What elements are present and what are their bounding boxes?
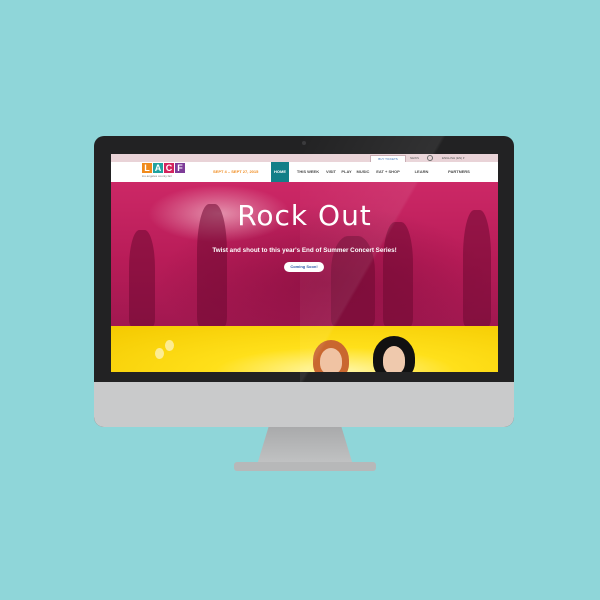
hero-subtitle: Twist and shout to this year's End of Su… <box>212 247 397 254</box>
logo-letter-f: F <box>175 163 185 173</box>
nav-partners[interactable]: PARTNERS <box>447 162 471 182</box>
nav-eat-shop[interactable]: EAT + SHOP <box>374 162 402 182</box>
logo-tagline: los angeles county fair <box>142 174 172 178</box>
nav-play[interactable]: PLAY <box>340 162 353 182</box>
promo-band <box>111 326 498 372</box>
logo-letter-a: A <box>153 163 163 173</box>
logo-letter-c: C <box>164 163 174 173</box>
nav-home[interactable]: HOME <box>271 162 289 182</box>
main-navbar: L A C F los angeles county fair SEPT 4 –… <box>111 162 498 183</box>
nav-visit[interactable]: VISIT <box>324 162 338 182</box>
singer-face <box>383 346 405 372</box>
performer-silhouette <box>129 230 155 326</box>
search-icon[interactable] <box>427 155 433 161</box>
news-link[interactable]: NEWS <box>410 155 419 161</box>
website-screen: BUY TICKETS NEWS ENGLISH (EN) ▾ L A C F … <box>111 154 498 372</box>
performer-silhouette <box>383 222 413 326</box>
hero-banner: Rock Out Twist and shout to this year's … <box>111 182 498 326</box>
nav-learn[interactable]: LEARN <box>414 162 429 182</box>
monitor-stand-base <box>234 462 376 471</box>
monitor-stand-neck <box>257 427 353 465</box>
carousel-dots <box>295 316 311 320</box>
utility-bar: BUY TICKETS NEWS ENGLISH (EN) ▾ <box>111 154 498 163</box>
singer-face <box>320 348 342 372</box>
balloon-icon <box>165 340 174 351</box>
camera-icon <box>302 141 306 145</box>
nav-this-week[interactable]: THIS WEEK <box>294 162 322 182</box>
coming-soon-button[interactable]: Coming Soon! <box>284 262 324 272</box>
monitor-chin <box>94 382 514 427</box>
lacf-logo[interactable]: L A C F los angeles county fair <box>142 163 188 179</box>
nav-music[interactable]: MUSIC <box>355 162 371 182</box>
balloon-icon <box>155 348 164 359</box>
hero-title: Rock Out <box>237 199 372 232</box>
language-select[interactable]: ENGLISH (EN) ▾ <box>442 155 465 161</box>
logo-letter-l: L <box>142 163 152 173</box>
fair-dates: SEPT 4 – SEPT 27, 2015 <box>213 169 259 174</box>
